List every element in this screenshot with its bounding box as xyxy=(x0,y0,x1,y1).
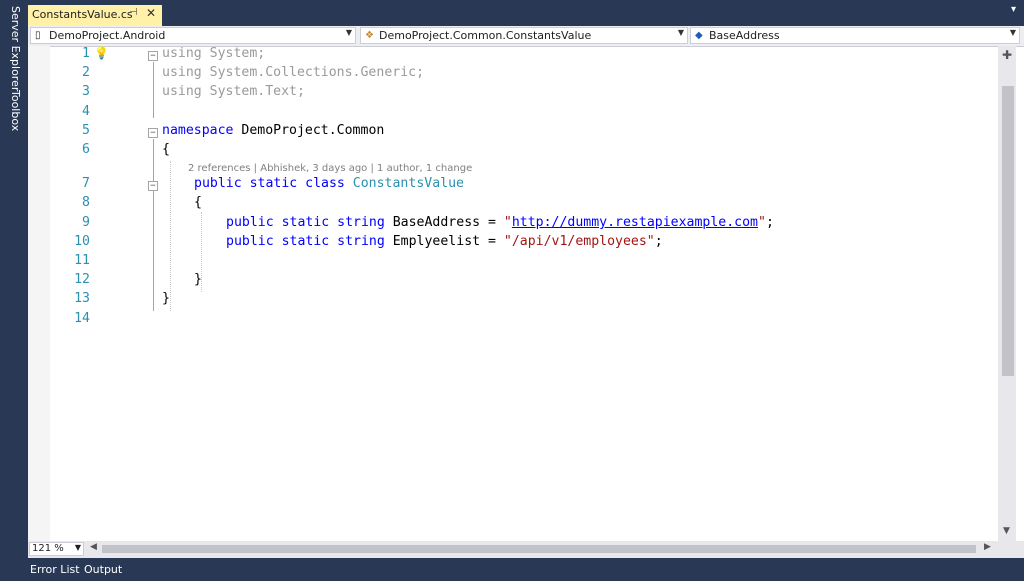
chevron-down-icon: ▼ xyxy=(74,543,81,552)
code-line-10: public static string Emplyeelist = "/api… xyxy=(226,234,663,249)
collapse-icon[interactable]: − xyxy=(148,51,158,61)
member-dropdown[interactable]: ◆ BaseAddress ▼ xyxy=(690,27,1020,44)
line-number: 3 xyxy=(82,84,90,99)
line-number: 12 xyxy=(74,272,90,287)
line-number: 6 xyxy=(82,142,90,157)
horizontal-scroll-thumb[interactable] xyxy=(102,545,976,553)
line-number: 11 xyxy=(74,253,90,268)
project-icon: ▯ xyxy=(35,30,41,41)
code-line-1: using System; xyxy=(162,46,265,61)
editor-status-strip: 121 % ▼ ◀ ▶ xyxy=(28,541,1024,558)
scroll-right-icon[interactable]: ▶ xyxy=(984,542,991,552)
keyword: using xyxy=(162,65,202,80)
vertical-scroll-thumb[interactable] xyxy=(1002,86,1014,376)
editor-area: ConstantsValue.cs ⊣ ✕ ▾ ▯ DemoProject.An… xyxy=(28,0,1024,558)
codelens-info[interactable]: 2 references | Abhishek, 3 days ago | 1 … xyxy=(188,163,472,174)
scroll-left-icon[interactable]: ◀ xyxy=(90,542,97,552)
error-list-tab[interactable]: Error List xyxy=(30,563,80,576)
close-icon[interactable]: ✕ xyxy=(146,6,156,20)
namespace-name: DemoProject.Common xyxy=(233,123,385,138)
server-explorer-tab[interactable]: Server Explorer xyxy=(4,6,24,91)
chevron-down-icon: ▼ xyxy=(345,28,352,37)
line-number: 8 xyxy=(82,195,90,210)
editor-gutter xyxy=(28,46,50,541)
line-number: 14 xyxy=(74,311,90,326)
code-line-12: } xyxy=(194,272,202,287)
indent-guide xyxy=(170,161,171,311)
vertical-scrollbar[interactable]: ✚ ▼ xyxy=(998,46,1016,541)
line-number: 1 xyxy=(82,46,90,61)
code-line-5: namespace DemoProject.Common xyxy=(162,123,384,138)
keyword: using xyxy=(162,46,202,61)
document-tab-constantsvalue[interactable]: ConstantsValue.cs ⊣ ✕ xyxy=(28,5,162,26)
line-number: 7 xyxy=(82,176,90,191)
code-line-7: public static class ConstantsValue xyxy=(194,176,464,191)
project-dropdown-value: DemoProject.Android xyxy=(49,29,166,42)
code-line-2: using System.Collections.Generic; xyxy=(162,65,424,80)
namespace-ref: System; xyxy=(201,46,266,61)
line-number: 9 xyxy=(82,215,90,230)
field-declaration: Emplyeelist = xyxy=(392,234,504,249)
toolbox-tab[interactable]: Toolbox xyxy=(4,90,24,131)
namespace-ref: System.Collections.Generic; xyxy=(201,65,425,80)
chevron-down-icon: ▼ xyxy=(1009,28,1016,37)
url-link[interactable]: http://dummy.restapiexample.com xyxy=(512,215,758,230)
code-line-13: } xyxy=(162,291,170,306)
line-number: 5 xyxy=(82,123,90,138)
type-dropdown-value: DemoProject.Common.ConstantsValue xyxy=(379,29,592,42)
keyword: public static string xyxy=(226,215,393,230)
keyword: public static string xyxy=(226,234,393,249)
string-literal: "/api/v1/employees" xyxy=(503,234,655,249)
code-line-8: { xyxy=(194,195,202,210)
zoom-value: 121 % xyxy=(32,543,64,554)
output-tab[interactable]: Output xyxy=(84,563,122,576)
string-quote: " xyxy=(503,215,512,230)
navigation-bar: ▯ DemoProject.Android ▼ ❖ DemoProject.Co… xyxy=(28,26,1024,47)
member-dropdown-value: BaseAddress xyxy=(709,29,780,42)
type-dropdown[interactable]: ❖ DemoProject.Common.ConstantsValue ▼ xyxy=(360,27,688,44)
line-number: 13 xyxy=(74,291,90,306)
field-icon: ◆ xyxy=(695,30,703,41)
keyword: public static class xyxy=(194,176,353,191)
collapse-icon[interactable]: − xyxy=(148,181,158,191)
outline-line xyxy=(153,62,154,118)
code-surface[interactable]: 1 2 3 4 5 6 7 8 9 10 11 12 13 14 💡 − − −… xyxy=(50,46,998,541)
split-editor-icon[interactable]: ✚ xyxy=(1002,48,1012,62)
tab-overflow-dropdown-icon[interactable]: ▾ xyxy=(1011,4,1016,15)
line-number: 4 xyxy=(82,104,90,119)
side-panel: Server Explorer Toolbox xyxy=(0,0,26,558)
code-line-9: public static string BaseAddress = "http… xyxy=(226,215,774,230)
class-name: ConstantsValue xyxy=(352,176,464,191)
class-icon: ❖ xyxy=(365,30,374,41)
tool-window-tabs: Error List Output xyxy=(0,558,1024,581)
string-quote: " xyxy=(757,215,766,230)
line-number: 10 xyxy=(74,234,90,249)
keyword: using xyxy=(162,84,202,99)
document-tab-label: ConstantsValue.cs xyxy=(32,8,133,21)
namespace-ref: System.Text; xyxy=(201,84,305,99)
chevron-down-icon: ▼ xyxy=(677,28,684,37)
keyword: namespace xyxy=(162,123,234,138)
code-editor: ▯ DemoProject.Android ▼ ❖ DemoProject.Co… xyxy=(28,26,1024,558)
line-number: 2 xyxy=(82,65,90,80)
outline-line xyxy=(153,139,154,311)
code-line-6: { xyxy=(162,142,170,157)
field-declaration: BaseAddress = xyxy=(392,215,504,230)
lightbulb-icon[interactable]: 💡 xyxy=(94,46,109,60)
semicolon: ; xyxy=(765,215,774,230)
scroll-down-icon[interactable]: ▼ xyxy=(1003,526,1010,536)
semicolon: ; xyxy=(654,234,663,249)
zoom-dropdown[interactable]: 121 % ▼ xyxy=(29,542,84,556)
document-tab-strip: ConstantsValue.cs ⊣ ✕ ▾ xyxy=(28,0,1024,26)
code-line-3: using System.Text; xyxy=(162,84,305,99)
project-dropdown[interactable]: ▯ DemoProject.Android ▼ xyxy=(30,27,356,44)
collapse-icon[interactable]: − xyxy=(148,128,158,138)
pin-icon[interactable]: ⊣ xyxy=(129,7,138,18)
